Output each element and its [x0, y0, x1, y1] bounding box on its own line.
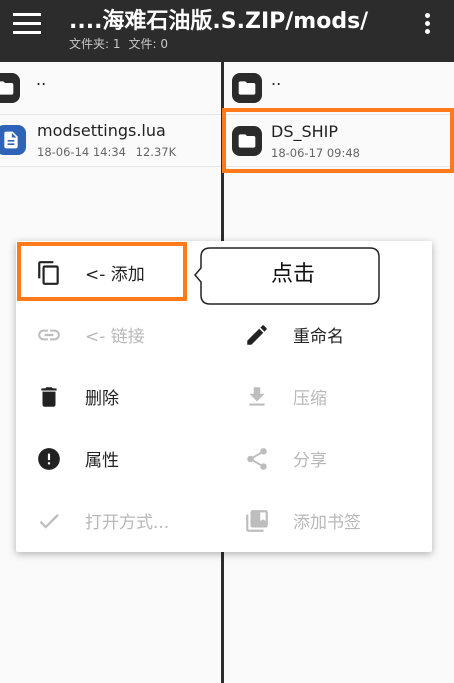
menu-item-share[interactable]: 分享	[224, 427, 432, 489]
bookmark-icon	[244, 508, 270, 534]
file-meta: 18-06-14 14:34 12.37K	[37, 145, 176, 159]
selection-highlight	[222, 108, 454, 173]
parent-folder-label: ..	[271, 70, 282, 89]
file-name: modsettings.lua	[37, 121, 166, 140]
trash-icon	[36, 384, 62, 410]
menu-item-label: 删除	[85, 389, 119, 409]
menu-item-open-with[interactable]: 打开方式...	[16, 489, 224, 551]
menu-item-label: 属性	[85, 451, 119, 471]
file-row[interactable]: modsettings.lua 18-06-14 14:34 12.37K	[0, 114, 221, 167]
folder-icon	[232, 73, 262, 103]
parent-folder-row[interactable]: ..	[0, 62, 221, 115]
share-icon	[244, 446, 270, 472]
link-icon	[36, 322, 62, 348]
menu-item-link[interactable]: <- 链接	[16, 303, 224, 365]
file-size: 12.37K	[135, 145, 177, 159]
app-bar: ....海难石油版.S.ZIP/mods/ 文件夹: 1 文件: 0	[0, 0, 454, 62]
parent-folder-label: ..	[36, 70, 47, 89]
more-vert-icon[interactable]	[423, 13, 431, 39]
menu-item-label: 压缩	[293, 389, 327, 409]
pencil-icon	[244, 322, 270, 348]
info-icon	[36, 446, 62, 472]
menu-item-compress[interactable]: 压缩	[224, 365, 432, 427]
menu-item-properties[interactable]: 属性	[16, 427, 224, 489]
menu-item-highlight	[17, 242, 187, 301]
download-icon	[244, 384, 270, 410]
callout-text: 点击	[270, 262, 315, 287]
menu-item-rename[interactable]: 重命名	[224, 303, 432, 365]
menu-item-delete[interactable]: 删除	[16, 365, 224, 427]
folder-file-counts: 文件夹: 1 文件: 0	[69, 35, 176, 52]
menu-item-label: 添加书签	[293, 513, 361, 533]
path-title: ....海难石油版.S.ZIP/mods/	[69, 9, 369, 34]
check-icon	[36, 508, 62, 534]
menu-item-label: 打开方式...	[85, 513, 170, 533]
folders-count: 文件夹: 1	[69, 37, 121, 51]
menu-icon[interactable]	[13, 13, 41, 35]
menu-item-label: 重命名	[293, 327, 344, 347]
document-icon	[0, 125, 26, 155]
menu-item-bookmark[interactable]: 添加书签	[224, 489, 432, 551]
menu-item-label: 分享	[293, 451, 327, 471]
menu-item-label: <- 链接	[85, 327, 145, 347]
folder-icon	[0, 73, 20, 103]
file-date: 18-06-14 14:34	[37, 145, 126, 159]
files-count: 文件: 0	[128, 37, 169, 51]
